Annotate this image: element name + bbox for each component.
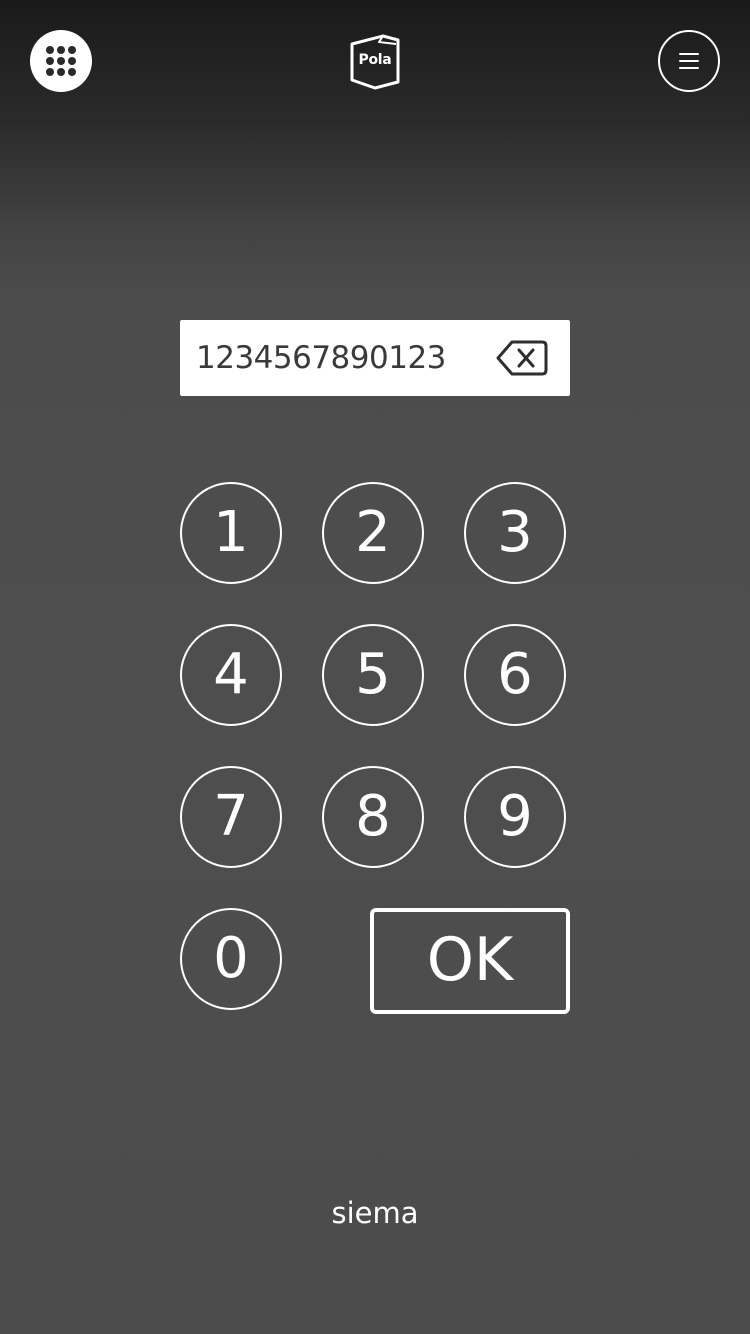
logo-text: Pola <box>358 52 392 68</box>
backspace-button[interactable] <box>496 338 548 378</box>
key-9[interactable]: 9 <box>464 766 566 868</box>
key-2[interactable]: 2 <box>322 482 424 584</box>
key-0[interactable]: 0 <box>180 908 282 1010</box>
key-5[interactable]: 5 <box>322 624 424 726</box>
menu-button[interactable] <box>658 30 720 92</box>
key-3[interactable]: 3 <box>464 482 566 584</box>
hamburger-menu-icon <box>679 53 699 69</box>
key-7[interactable]: 7 <box>180 766 282 868</box>
backspace-icon <box>496 340 548 376</box>
keypad-toggle-button[interactable] <box>30 30 92 92</box>
ok-button[interactable]: OK <box>370 908 570 1014</box>
barcode-value: 1234567890123 <box>196 340 446 376</box>
barcode-field[interactable]: 1234567890123 <box>180 320 570 396</box>
pola-logo: Pola <box>346 30 404 92</box>
footer-text: siema <box>331 1196 419 1230</box>
key-1[interactable]: 1 <box>180 482 282 584</box>
key-8[interactable]: 8 <box>322 766 424 868</box>
key-6[interactable]: 6 <box>464 624 566 726</box>
key-4[interactable]: 4 <box>180 624 282 726</box>
keypad-grid-icon <box>46 46 76 76</box>
